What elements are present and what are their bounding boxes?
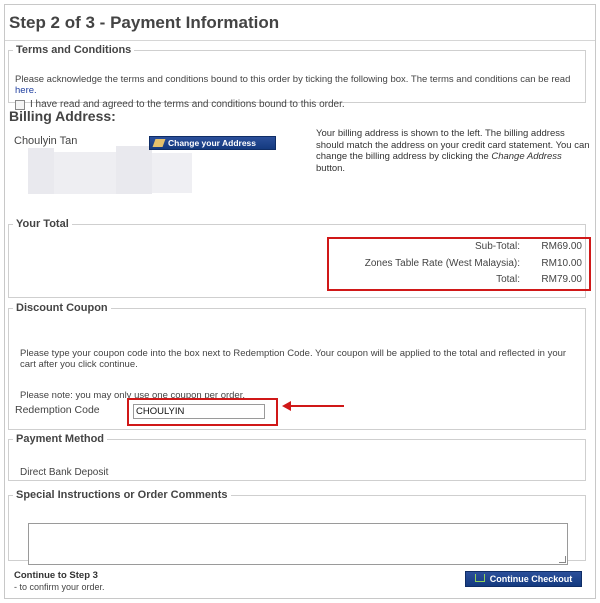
resize-grip-icon[interactable] [559, 556, 566, 563]
title-divider [5, 40, 595, 41]
continue-checkout-button[interactable]: Continue Checkout [465, 571, 582, 587]
shipping-value: RM10.00 [541, 258, 582, 269]
page-title: Step 2 of 3 - Payment Information [9, 13, 280, 32]
change-address-button[interactable]: Change your Address [149, 136, 276, 150]
payment-method-value: Direct Bank Deposit [20, 467, 109, 478]
coupon-instructions: Please type your coupon code into the bo… [20, 348, 567, 370]
shipping-row: Zones Table Rate (West Malaysia): RM10.0… [320, 258, 582, 269]
billing-name: Choulyin Tan [14, 135, 78, 147]
comments-legend: Special Instructions or Order Comments [16, 489, 228, 501]
payment-section: Payment Method Direct Bank Deposit [8, 433, 586, 481]
billing-note: Your billing address is shown to the lef… [316, 128, 592, 174]
billing-note-end: button. [316, 162, 346, 174]
pencil-icon [152, 139, 166, 147]
grand-total-value: RM79.00 [541, 274, 582, 285]
arrow-head-icon [282, 401, 291, 411]
redacted-address [152, 153, 192, 193]
grand-total-row: Total: RM79.00 [320, 274, 582, 285]
change-address-label: Change your Address [168, 138, 257, 148]
redacted-address [28, 148, 54, 194]
comments-textarea[interactable] [28, 523, 568, 565]
redacted-address [116, 146, 152, 194]
grand-total-label: Total: [496, 274, 520, 285]
redemption-code-label: Redemption Code [15, 404, 100, 416]
redacted-address [54, 152, 116, 194]
continue-checkout-label: Continue Checkout [489, 574, 573, 584]
billing-title: Billing Address: [9, 108, 116, 124]
comments-section: Special Instructions or Order Comments [8, 489, 586, 565]
terms-section: Terms and Conditions Please acknowledge … [8, 44, 586, 110]
payment-legend: Payment Method [16, 433, 105, 445]
billing-note-emphasis: Change Address [491, 151, 562, 162]
subtotal-row: Sub-Total: RM69.00 [320, 241, 582, 252]
terms-text: Please acknowledge the terms and conditi… [15, 74, 581, 96]
terms-legend: Terms and Conditions [16, 44, 132, 56]
subtotal-label: Sub-Total: [474, 241, 520, 252]
terms-link[interactable]: here. [15, 85, 37, 96]
coupon-legend: Discount Coupon [16, 302, 108, 314]
highlight-arrow [290, 405, 344, 407]
subtotal-value: RM69.00 [541, 241, 582, 252]
redemption-code-input[interactable]: CHOULYIN [133, 404, 265, 419]
total-legend: Your Total [16, 218, 69, 230]
terms-body: Please acknowledge the terms and conditi… [15, 74, 571, 85]
cart-icon [474, 574, 485, 582]
continue-title: Continue to Step 3 [14, 570, 98, 581]
shipping-label: Zones Table Rate (West Malaysia): [364, 258, 520, 269]
continue-subtitle: - to confirm your order. [14, 582, 105, 592]
